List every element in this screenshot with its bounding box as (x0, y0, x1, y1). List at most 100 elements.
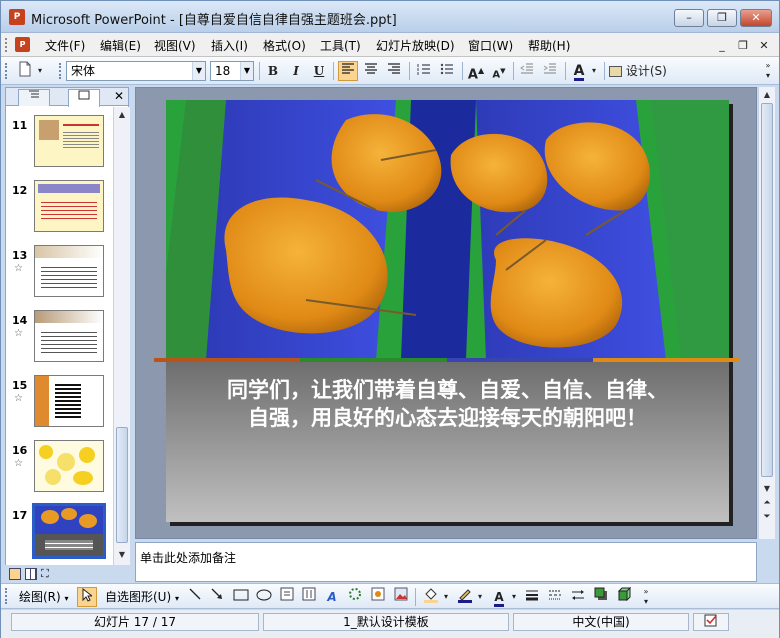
align-right-button[interactable] (384, 61, 404, 81)
line-color-icon[interactable] (455, 587, 475, 607)
drawing-toolbar: 绘图(R) ▾ 自选图形(U) ▾ A ▾ ▾ A ▾ » ▾ (1, 583, 779, 609)
scroll-thumb[interactable] (761, 103, 773, 477)
select-objects-icon[interactable] (77, 587, 97, 607)
doc-restore-button[interactable]: ❐ (734, 39, 752, 53)
insert-picture-icon[interactable] (391, 587, 411, 607)
document-icon[interactable]: P (15, 37, 30, 52)
menu-file[interactable]: 文件(F) (45, 37, 85, 54)
slide-scrollbar[interactable]: ▲ ▼ ⏶ ⏷ (758, 87, 775, 539)
align-left-button[interactable] (338, 61, 358, 81)
slideshow-view-icon[interactable]: ⛶ (41, 567, 49, 581)
chevron-down-icon[interactable]: ▾ (509, 587, 519, 607)
increase-font-size-icon[interactable]: A▲ (466, 61, 486, 82)
slide-thumbnail-11[interactable] (34, 115, 104, 167)
scroll-up-icon[interactable]: ▲ (761, 89, 773, 101)
close-button[interactable]: ✕ (740, 9, 772, 27)
font-name-combo[interactable]: 宋体 ▼ (66, 61, 206, 81)
toolbar-options-icon[interactable]: » ▾ (641, 587, 651, 607)
autoshapes-button[interactable]: 自选图形(U) ▾ (105, 587, 179, 607)
decrease-indent-icon[interactable] (517, 61, 537, 81)
menu-grip[interactable] (5, 38, 9, 52)
menu-tools[interactable]: 工具(T) (320, 37, 361, 54)
normal-view-icon[interactable] (9, 568, 21, 580)
next-slide-icon[interactable]: ⏷ (761, 511, 773, 523)
doc-close-button[interactable]: ✕ (755, 39, 773, 53)
restore-button[interactable]: ❐ (707, 9, 737, 27)
toolbar-grip[interactable] (5, 63, 8, 79)
line-icon[interactable] (185, 587, 205, 607)
slide-thumbnail-16[interactable] (34, 440, 104, 492)
view-buttons: ⛶ (5, 567, 129, 583)
clip-art-icon[interactable] (368, 587, 388, 607)
doc-minimize-button[interactable]: _ (713, 39, 731, 53)
chevron-down-icon[interactable]: ▾ (441, 587, 451, 607)
bullets-button[interactable] (437, 61, 457, 81)
previous-slide-icon[interactable]: ⏶ (761, 497, 773, 509)
3d-style-icon[interactable] (614, 586, 634, 607)
underline-button[interactable]: U (309, 61, 329, 81)
wordart-icon[interactable]: A (322, 587, 342, 607)
menu-format[interactable]: 格式(O) (263, 37, 306, 54)
slide-thumbnail-12[interactable] (34, 180, 104, 232)
scroll-down-icon[interactable]: ▼ (761, 483, 773, 495)
fill-color-icon[interactable] (421, 587, 441, 607)
bold-button[interactable]: B (263, 61, 283, 81)
vertical-text-box-icon[interactable] (299, 587, 319, 607)
scroll-down-icon[interactable]: ▼ (116, 549, 128, 561)
arrow-style-icon[interactable] (568, 587, 588, 607)
italic-button[interactable]: I (286, 61, 306, 81)
design-template-name[interactable]: 1_默认设计模板 (263, 613, 509, 631)
design-button[interactable]: 设计(S) (609, 61, 671, 81)
powerpoint-app-icon[interactable]: P (9, 9, 25, 25)
toolbar-grip[interactable] (5, 588, 8, 604)
dash-style-icon[interactable] (545, 587, 565, 607)
slide-sorter-view-icon[interactable] (25, 568, 37, 580)
spelling-check-icon[interactable] (693, 613, 729, 631)
shadow-style-icon[interactable] (591, 587, 611, 607)
slide-caption-text[interactable]: 同学们，让我们带着自尊、自爱、自信、自律、自强，用良好的心态去迎接每天的朝阳吧！ (226, 376, 669, 432)
arrow-icon[interactable] (207, 587, 227, 607)
align-center-button[interactable] (361, 61, 381, 81)
thumbnail-scrollbar[interactable]: ▲ ▼ (113, 107, 130, 565)
scroll-thumb[interactable] (116, 427, 128, 543)
increase-indent-icon[interactable] (540, 61, 560, 81)
chevron-down-icon[interactable]: ▼ (192, 62, 205, 80)
menu-help[interactable]: 帮助(H) (528, 37, 570, 54)
slide-thumbnail-13[interactable] (34, 245, 104, 297)
toolbar-options-icon[interactable]: » ▾ (761, 61, 775, 81)
line-style-icon[interactable] (522, 587, 542, 607)
menu-slideshow[interactable]: 幻灯片放映(D) (376, 37, 455, 54)
slide-thumbnail-14[interactable] (34, 310, 104, 362)
minimize-button[interactable]: – (674, 9, 704, 27)
font-size-combo[interactable]: 18 ▼ (210, 61, 254, 81)
new-dropdown-icon[interactable]: ▾ (35, 61, 45, 81)
notes-placeholder[interactable]: 单击此处添加备注 (140, 549, 236, 566)
slide-thumbnail-15[interactable] (34, 375, 104, 427)
menu-window[interactable]: 窗口(W) (468, 37, 513, 54)
toolbar-grip-2[interactable] (59, 63, 62, 79)
notes-pane[interactable]: 单击此处添加备注 (135, 542, 757, 582)
rectangle-icon[interactable] (231, 587, 251, 607)
chevron-down-icon[interactable]: ▼ (240, 62, 253, 80)
slide-thumbnail-17[interactable] (32, 503, 106, 559)
font-color-button[interactable]: A (569, 61, 589, 81)
tab-outline[interactable] (18, 89, 50, 106)
scroll-up-icon[interactable]: ▲ (116, 109, 128, 121)
font-color-dropdown-icon[interactable]: ▾ (589, 61, 599, 81)
panel-close-icon[interactable]: ✕ (114, 89, 124, 104)
slides-panel: ✕ 11 12 13 ☆ 14 ☆ 15 ☆ 16 ☆ 17 ▲ ▼ (5, 87, 130, 565)
numbering-button[interactable] (414, 61, 434, 81)
menu-insert[interactable]: 插入(I) (211, 37, 248, 54)
chevron-down-icon[interactable]: ▾ (475, 587, 485, 607)
draw-menu-button[interactable]: 绘图(R) ▾ (19, 587, 69, 607)
current-slide[interactable]: 同学们，让我们带着自尊、自爱、自信、自律、自强，用良好的心态去迎接每天的朝阳吧！ (154, 100, 739, 522)
tab-slides[interactable] (68, 89, 100, 107)
menu-view[interactable]: 视图(V) (154, 37, 196, 54)
menu-edit[interactable]: 编辑(E) (100, 37, 141, 54)
drawing-font-color-icon[interactable]: A (489, 587, 509, 607)
oval-icon[interactable] (254, 587, 274, 607)
diagram-icon[interactable] (345, 587, 365, 607)
text-box-icon[interactable] (277, 587, 297, 607)
decrease-font-size-icon[interactable]: A▼ (489, 61, 509, 81)
new-document-icon[interactable] (15, 61, 35, 81)
